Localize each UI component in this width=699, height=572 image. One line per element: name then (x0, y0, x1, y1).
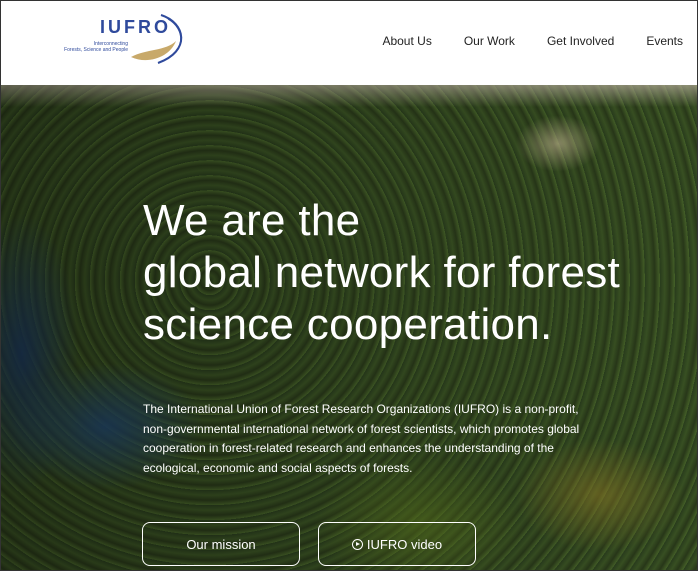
logo-tagline: Interconnecting Forests, Science and Peo… (36, 41, 128, 53)
hero-title: We are the global network for forest sci… (143, 195, 697, 351)
logo-wordmark: IUFRO (100, 17, 171, 37)
iufro-logo[interactable]: IUFRO Interconnecting Forests, Science a… (36, 11, 196, 71)
hero-title-line-3: science cooperation. (143, 300, 553, 349)
play-circle-icon (351, 538, 363, 550)
iufro-video-label: IUFRO video (366, 536, 443, 552)
browser-viewport: IUFRO Interconnecting Forests, Science a… (0, 0, 698, 571)
our-mission-label: Our mission (186, 536, 256, 552)
hero-title-line-2: global network for forest (143, 248, 621, 297)
main-nav: About Us Our Work Get Involved Events (366, 34, 697, 48)
hero-title-line-1: We are the (143, 196, 361, 245)
iufro-video-button[interactable]: IUFRO video (318, 522, 476, 566)
site-header: IUFRO Interconnecting Forests, Science a… (1, 1, 697, 85)
nav-about-us[interactable]: About Us (366, 34, 447, 48)
our-mission-button[interactable]: Our mission (142, 522, 300, 566)
nav-get-involved[interactable]: Get Involved (531, 34, 630, 48)
nav-our-work[interactable]: Our Work (448, 34, 531, 48)
hero-section: We are the global network for forest sci… (1, 85, 697, 570)
nav-events[interactable]: Events (630, 34, 697, 48)
logo-tagline-line-2: Forests, Science and People (64, 47, 128, 53)
hero-description: The International Union of Forest Resear… (143, 402, 580, 475)
